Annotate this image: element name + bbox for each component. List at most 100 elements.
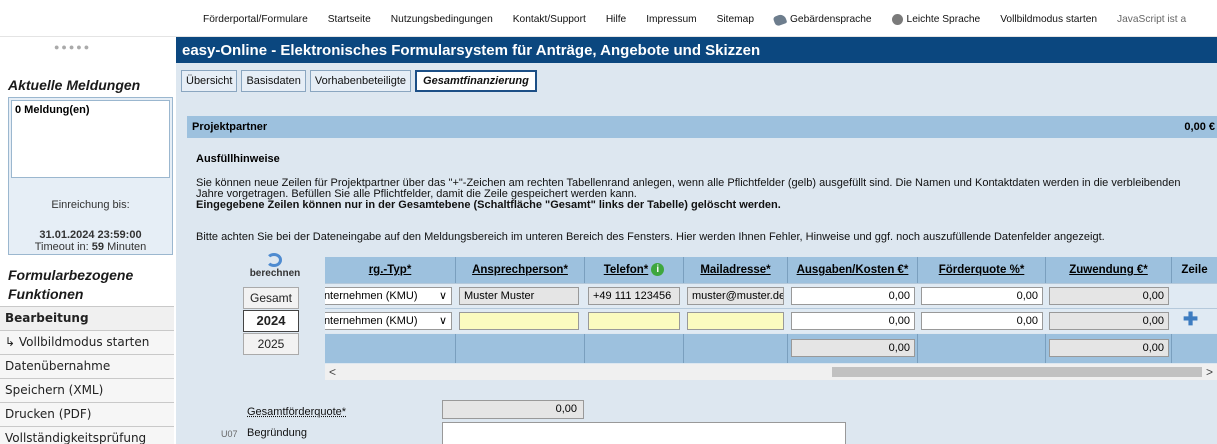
header-ausgaben: Ausgaben/Kosten €* <box>788 257 918 283</box>
easy-language-icon <box>891 14 903 25</box>
year-button-2025[interactable]: 2025 <box>243 333 299 355</box>
sum-cell <box>325 334 456 363</box>
meldungen-title: Aktuelle Meldungen <box>8 77 141 93</box>
nav-link-sitemap[interactable]: Sitemap <box>717 14 754 25</box>
telefon-field[interactable] <box>588 312 680 330</box>
nav-link-impressum[interactable]: Impressum <box>646 14 696 25</box>
header-foerderquote: Förderquote %* <box>918 257 1046 283</box>
nav-link-vollbild[interactable]: Vollbildmodus starten <box>1000 14 1097 25</box>
scrollbar-thumb[interactable] <box>832 367 1202 377</box>
meldungen-count: 0 Meldung(en) <box>15 104 90 116</box>
header-foerderquote-label: Förderquote %* <box>938 264 1025 276</box>
sum-zuwendung: 0,00 <box>1049 339 1169 357</box>
menu-drucken-pdf[interactable]: Drucken (PDF) <box>0 402 174 426</box>
nav-link-hilfe[interactable]: Hilfe <box>606 14 626 25</box>
org-typ-select[interactable]: Unternehmen (KMU) ∨ <box>325 312 452 330</box>
nav-link-foerderportal[interactable]: Förderportal/Formulare <box>203 14 308 25</box>
gesamtfoerderquote-value: 0,00 <box>442 400 584 419</box>
sum-cell: 0,00 <box>1046 334 1172 363</box>
telefon-field[interactable]: +49 111 123456 <box>588 287 680 305</box>
left-sidebar: ●●●●● Aktuelle Meldungen 0 Meldung(en) E… <box>0 37 174 444</box>
header-ansprechperson: Ansprechperson* <box>456 257 585 283</box>
sign-language-icon <box>772 12 788 27</box>
ansprechperson-field[interactable]: Muster Muster <box>459 287 579 305</box>
timeout-text: Timeout in: 59 Minuten <box>9 241 172 253</box>
nav-link-startseite[interactable]: Startseite <box>328 14 371 25</box>
javascript-notice: JavaScript ist a <box>1117 14 1187 25</box>
berechnen-label[interactable]: berechnen <box>239 268 311 279</box>
section-title: Projektpartner <box>192 121 268 133</box>
refresh-icon[interactable] <box>266 253 282 267</box>
menu-vollbildmodus[interactable]: ↳ Vollbildmodus starten <box>0 330 174 354</box>
header-zeile: Zeile <box>1172 257 1217 283</box>
table-row: Unternehmen (KMU) ∨ Muster Muster +49 111… <box>325 283 1217 308</box>
header-zuwendung: Zuwendung €* <box>1046 257 1172 283</box>
menu-bearbeitung[interactable]: Bearbeitung <box>0 306 174 330</box>
einreichung-date: 31.01.2024 23:59:00 <box>39 229 142 241</box>
hint-paragraph: Sie können neue Zeilen für Projektpartne… <box>196 178 1196 211</box>
tab-bar: Übersicht Basisdaten Vorhabenbeteiligte … <box>181 70 537 92</box>
tab-vorhabenbeteiligte[interactable]: Vorhabenbeteiligte <box>309 70 412 92</box>
table-row: Unternehmen (KMU) ∨ 0,00 0,00 0,00 ✚ <box>325 308 1217 333</box>
meldungen-panel: 0 Meldung(en) Einreichung bis: 31.01.202… <box>8 97 173 255</box>
mail-field[interactable]: muster@muster.de <box>687 287 784 305</box>
ansprechperson-field[interactable] <box>459 312 579 330</box>
nav-link-gebaerdensprache[interactable]: Gebärdensprache <box>772 12 872 27</box>
mail-field[interactable] <box>687 312 784 330</box>
tab-gesamtfinanzierung[interactable]: Gesamtfinanzierung <box>415 70 537 92</box>
foerderquote-field[interactable]: 0,00 <box>921 312 1043 330</box>
functions-title: Formularbezogene Funktionen <box>8 267 134 302</box>
app-title: easy-Online - Elektronisches Formularsys… <box>182 42 761 59</box>
sum-cell <box>456 334 585 363</box>
ausgaben-field[interactable]: 0,00 <box>791 312 915 330</box>
org-typ-select[interactable]: Unternehmen (KMU) ∨ <box>325 287 452 305</box>
nav-link-nutzungsbedingungen[interactable]: Nutzungsbedingungen <box>391 14 493 25</box>
year-button-2024[interactable]: 2024 <box>243 310 299 332</box>
section-total: 0,00 € <box>1184 121 1215 133</box>
sum-cell <box>684 334 788 363</box>
ausfuellhinweise-title: Ausfüllhinweise <box>196 153 280 165</box>
zuwendung-field: 0,00 <box>1049 287 1169 305</box>
timeout-prefix: Timeout in: <box>34 241 92 253</box>
menu-vollstaendigkeitspruefung[interactable]: Vollständigkeitsprüfung <box>0 426 174 444</box>
nav-link-kontakt[interactable]: Kontakt/Support <box>513 14 586 25</box>
year-button-gesamt[interactable]: Gesamt <box>243 287 299 309</box>
foerderquote-field[interactable]: 0,00 <box>921 287 1043 305</box>
sum-cell <box>585 334 684 363</box>
menu-speichern-xml[interactable]: Speichern (XML) <box>0 378 174 402</box>
app-title-bar: easy-Online - Elektronisches Formularsys… <box>176 37 1217 63</box>
meldungen-list: 0 Meldung(en) <box>11 100 170 178</box>
chevron-down-icon: ∨ <box>438 290 447 302</box>
main-area: Übersicht Basisdaten Vorhabenbeteiligte … <box>176 63 1217 444</box>
header-ansprechperson-label: Ansprechperson* <box>472 264 568 276</box>
loading-dots: ●●●●● <box>54 42 92 52</box>
gesamtfoerderquote-label: Gesamtförderquote* <box>247 406 347 418</box>
ausgaben-field[interactable]: 0,00 <box>791 287 915 305</box>
field-code: U07 <box>221 429 238 439</box>
horizontal-scrollbar[interactable]: < > <box>325 364 1217 380</box>
org-typ-value: Unternehmen (KMU) <box>325 315 418 327</box>
scroll-left-icon[interactable]: < <box>329 365 336 379</box>
add-row-icon[interactable]: ✚ <box>1183 309 1198 330</box>
hint-text: Sie können neue Zeilen für Projektpartne… <box>196 177 1181 200</box>
projektpartner-header: Projektpartner 0,00 € <box>187 116 1217 138</box>
begruendung-input[interactable] <box>442 422 846 444</box>
header-org-typ-label: rg.-Typ* <box>368 264 412 276</box>
hint-bold-text: Eingegebene Zeilen können nur in der Ges… <box>196 199 781 211</box>
header-ausgaben-label: Ausgaben/Kosten €* <box>796 264 909 276</box>
info-icon[interactable]: i <box>651 263 665 277</box>
sum-cell: 0,00 <box>788 334 918 363</box>
nav-link-leichte-sprache[interactable]: Leichte Sprache <box>891 14 980 25</box>
tab-uebersicht[interactable]: Übersicht <box>181 70 238 92</box>
zuwendung-field: 0,00 <box>1049 312 1169 330</box>
header-telefon: Telefon* i <box>585 257 684 283</box>
chevron-down-icon: ∨ <box>438 315 447 327</box>
projektpartner-table: rg.-Typ* Ansprechperson* Telefon* i Maila… <box>325 257 1217 365</box>
header-org-typ: rg.-Typ* <box>325 257 456 283</box>
tab-basisdaten[interactable]: Basisdaten <box>241 70 306 92</box>
header-zeile-label: Zeile <box>1181 264 1208 276</box>
scroll-right-icon[interactable]: > <box>1206 365 1213 379</box>
menu-datenuebernahme[interactable]: Datenübernahme <box>0 354 174 378</box>
hint-paragraph-2: Bitte achten Sie bei der Dateneingabe au… <box>196 231 1105 243</box>
header-telefon-label: Telefon* <box>603 264 649 276</box>
